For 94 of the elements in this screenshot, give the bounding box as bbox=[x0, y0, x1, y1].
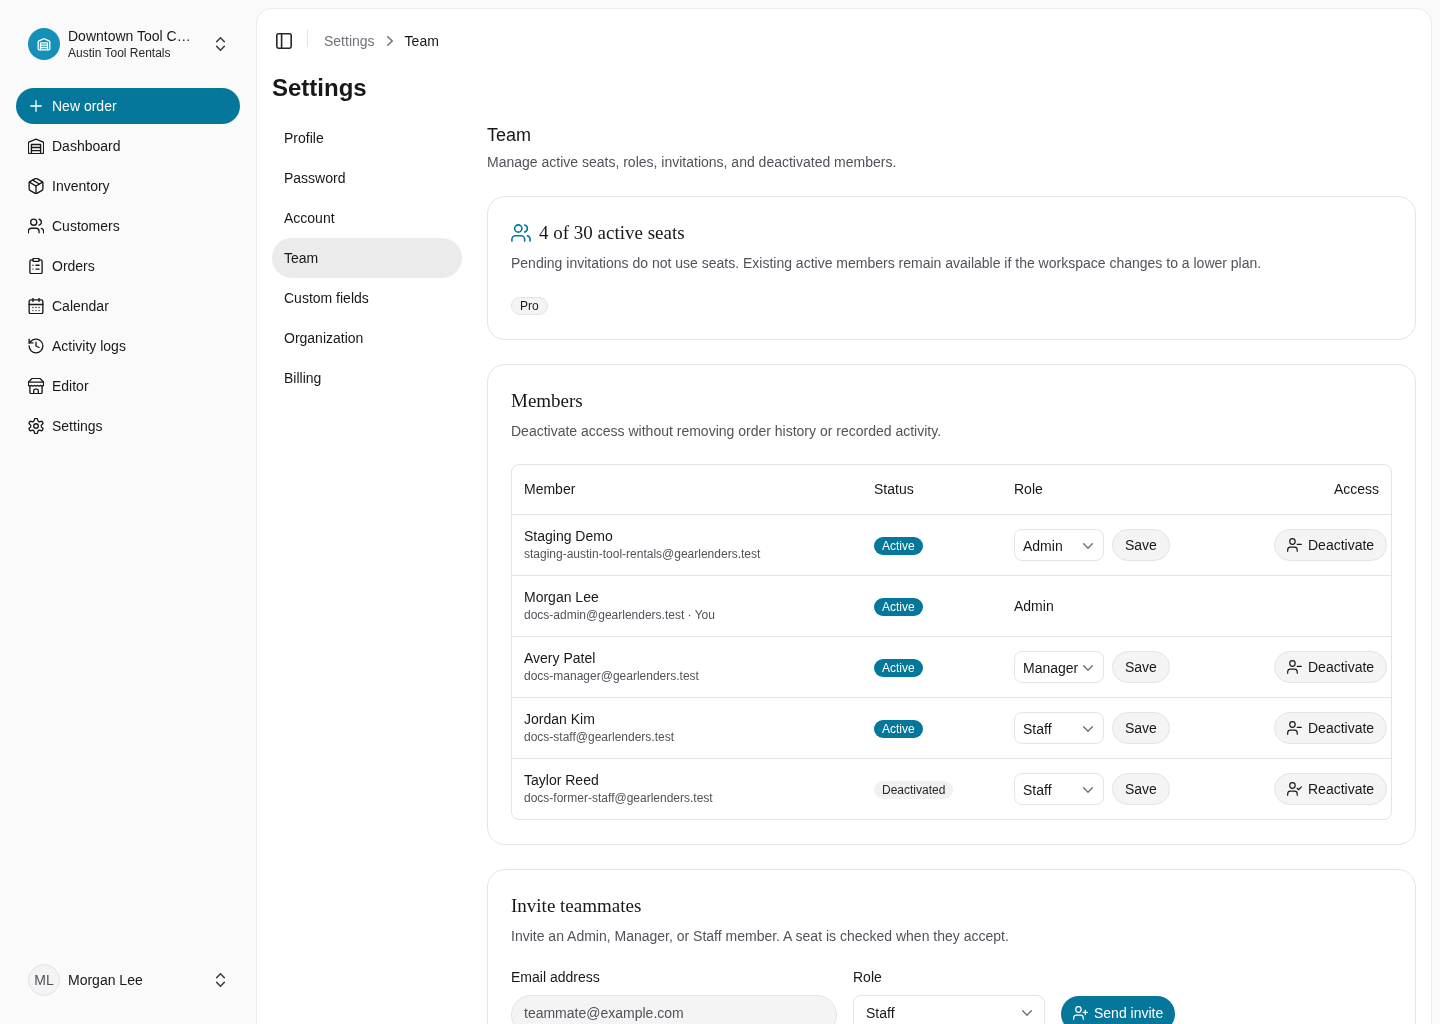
member-email: docs-admin@gearlenders.test · You bbox=[524, 607, 716, 624]
member-name: Morgan Lee bbox=[524, 588, 600, 607]
logo-icon bbox=[28, 28, 60, 60]
user-minus-icon bbox=[1287, 659, 1302, 674]
status-badge: Active bbox=[874, 658, 923, 677]
save-button[interactable]: Save bbox=[1112, 772, 1170, 805]
user-minus-icon bbox=[1287, 537, 1302, 552]
user-check-icon bbox=[1287, 781, 1302, 796]
user-minus-icon bbox=[1287, 720, 1302, 735]
new-order-button[interactable]: New order bbox=[16, 88, 240, 124]
status-badge: Active bbox=[874, 597, 923, 616]
sidebar-item[interactable]: Editor bbox=[16, 366, 240, 406]
workspace-subtitle: Austin Tool Rentals bbox=[68, 45, 172, 61]
status-badge: Active bbox=[874, 719, 923, 738]
role-select[interactable]: Staff bbox=[1014, 772, 1104, 805]
user-plus-icon bbox=[1073, 1006, 1088, 1020]
column-header: Member bbox=[524, 481, 576, 498]
workspace-name: Downtown Tool C… bbox=[68, 27, 191, 45]
user-avatar: ML bbox=[28, 964, 60, 996]
history-icon bbox=[28, 338, 44, 354]
deactivate-button[interactable]: Deactivate bbox=[1274, 650, 1388, 683]
users-icon bbox=[511, 224, 531, 242]
users-icon bbox=[28, 218, 44, 234]
calendar-icon bbox=[28, 298, 44, 314]
sidebar-toggle-icon[interactable] bbox=[276, 32, 292, 49]
section-description: Manage active seats, roles, invitations, and deactivated members. bbox=[487, 153, 898, 172]
card-title: Members bbox=[511, 389, 584, 413]
email-input[interactable]: teammate@example.com bbox=[511, 995, 837, 1024]
deactivate-button[interactable]: Deactivate bbox=[1274, 711, 1388, 744]
save-button[interactable]: Save bbox=[1112, 650, 1170, 683]
chevrons-up-down-icon bbox=[216, 973, 225, 987]
role-select[interactable]: Staff bbox=[1014, 711, 1104, 744]
field-label: Role bbox=[853, 968, 883, 987]
status-badge: Active bbox=[874, 536, 923, 555]
sidebar-item[interactable]: Orders bbox=[16, 246, 240, 286]
chevron-down-icon bbox=[1083, 786, 1093, 793]
sidebar-item[interactable]: Customers bbox=[16, 206, 240, 246]
card-title: 4 of 30 active seats bbox=[539, 221, 685, 245]
role-select[interactable]: Staff bbox=[853, 995, 1045, 1024]
sidebar-item[interactable]: Calendar bbox=[16, 286, 240, 326]
member-name: Avery Patel bbox=[524, 649, 597, 668]
settings-nav-item[interactable]: Team bbox=[272, 238, 462, 278]
role-select[interactable]: Admin bbox=[1014, 528, 1104, 561]
card-description: Pending invitations do not use seats. Existing active members remain available if the workspace changes to a lower plan. bbox=[511, 254, 1263, 273]
chevron-down-icon bbox=[1083, 664, 1093, 671]
card-description: Invite an Admin, Manager, or Staff member. A seat is checked when they accept. bbox=[511, 927, 1010, 946]
save-button[interactable]: Save bbox=[1112, 711, 1170, 744]
plan-badge: Pro bbox=[511, 297, 548, 315]
send-invite-button[interactable]: Send invite bbox=[1061, 996, 1176, 1024]
column-header: Role bbox=[1014, 481, 1043, 498]
sidebar-item[interactable]: Inventory bbox=[16, 166, 240, 206]
settings-nav-item[interactable]: Profile bbox=[272, 118, 462, 158]
clipboard-icon bbox=[28, 258, 44, 274]
box-icon bbox=[28, 178, 44, 194]
member-email: docs-manager@gearlenders.test bbox=[524, 668, 700, 685]
role-text: Admin bbox=[1014, 597, 1054, 614]
settings-nav-item[interactable]: Billing bbox=[272, 358, 462, 398]
column-header: Status bbox=[874, 481, 914, 498]
card-description: Deactivate access without removing order history or recorded activity. bbox=[511, 422, 943, 441]
deactivate-button[interactable]: Deactivate bbox=[1274, 528, 1388, 561]
member-email: staging-austin-tool-rentals@gearlenders.test bbox=[524, 546, 762, 563]
member-email: docs-staff@gearlenders.test bbox=[524, 729, 676, 746]
breadcrumb-link[interactable]: Settings bbox=[324, 30, 375, 51]
chevrons-up-down-icon bbox=[216, 37, 225, 51]
plus-icon bbox=[30, 100, 42, 112]
settings-icon bbox=[28, 418, 44, 434]
save-button[interactable]: Save bbox=[1112, 528, 1170, 561]
role-select[interactable]: Manager bbox=[1014, 650, 1104, 683]
card-title: Invite teammates bbox=[511, 894, 643, 918]
sidebar-item[interactable]: Dashboard bbox=[16, 126, 240, 166]
settings-nav-item[interactable]: Password bbox=[272, 158, 462, 198]
member-name: Taylor Reed bbox=[524, 771, 600, 791]
user-name: Morgan Lee bbox=[68, 971, 143, 990]
field-label: Email address bbox=[511, 968, 601, 987]
sidebar-item[interactable]: Settings bbox=[16, 406, 240, 446]
settings-nav-item[interactable]: Organization bbox=[272, 318, 462, 358]
storefront-icon bbox=[28, 378, 44, 394]
reactivate-button[interactable]: Reactivate bbox=[1274, 772, 1388, 805]
settings-nav-item[interactable]: Custom fields bbox=[272, 278, 462, 318]
chevron-down-icon bbox=[1083, 725, 1093, 732]
member-email: docs-former-staff@gearlenders.test bbox=[524, 790, 714, 808]
column-header: Access bbox=[1333, 481, 1379, 498]
member-name: Jordan Kim bbox=[524, 710, 596, 729]
chevron-right-icon bbox=[386, 35, 393, 46]
chevron-down-icon bbox=[1083, 542, 1093, 549]
page-title: Settings bbox=[272, 73, 368, 103]
status-badge: Deactivated bbox=[874, 780, 954, 799]
member-name: Staging Demo bbox=[524, 527, 614, 546]
sidebar-item[interactable]: Activity logs bbox=[16, 326, 240, 366]
section-title: Team bbox=[487, 124, 532, 147]
warehouse-icon bbox=[28, 138, 44, 154]
settings-nav-item[interactable]: Account bbox=[272, 198, 462, 238]
chevron-down-icon bbox=[1022, 1010, 1032, 1016]
breadcrumb-current: Team bbox=[404, 31, 439, 51]
